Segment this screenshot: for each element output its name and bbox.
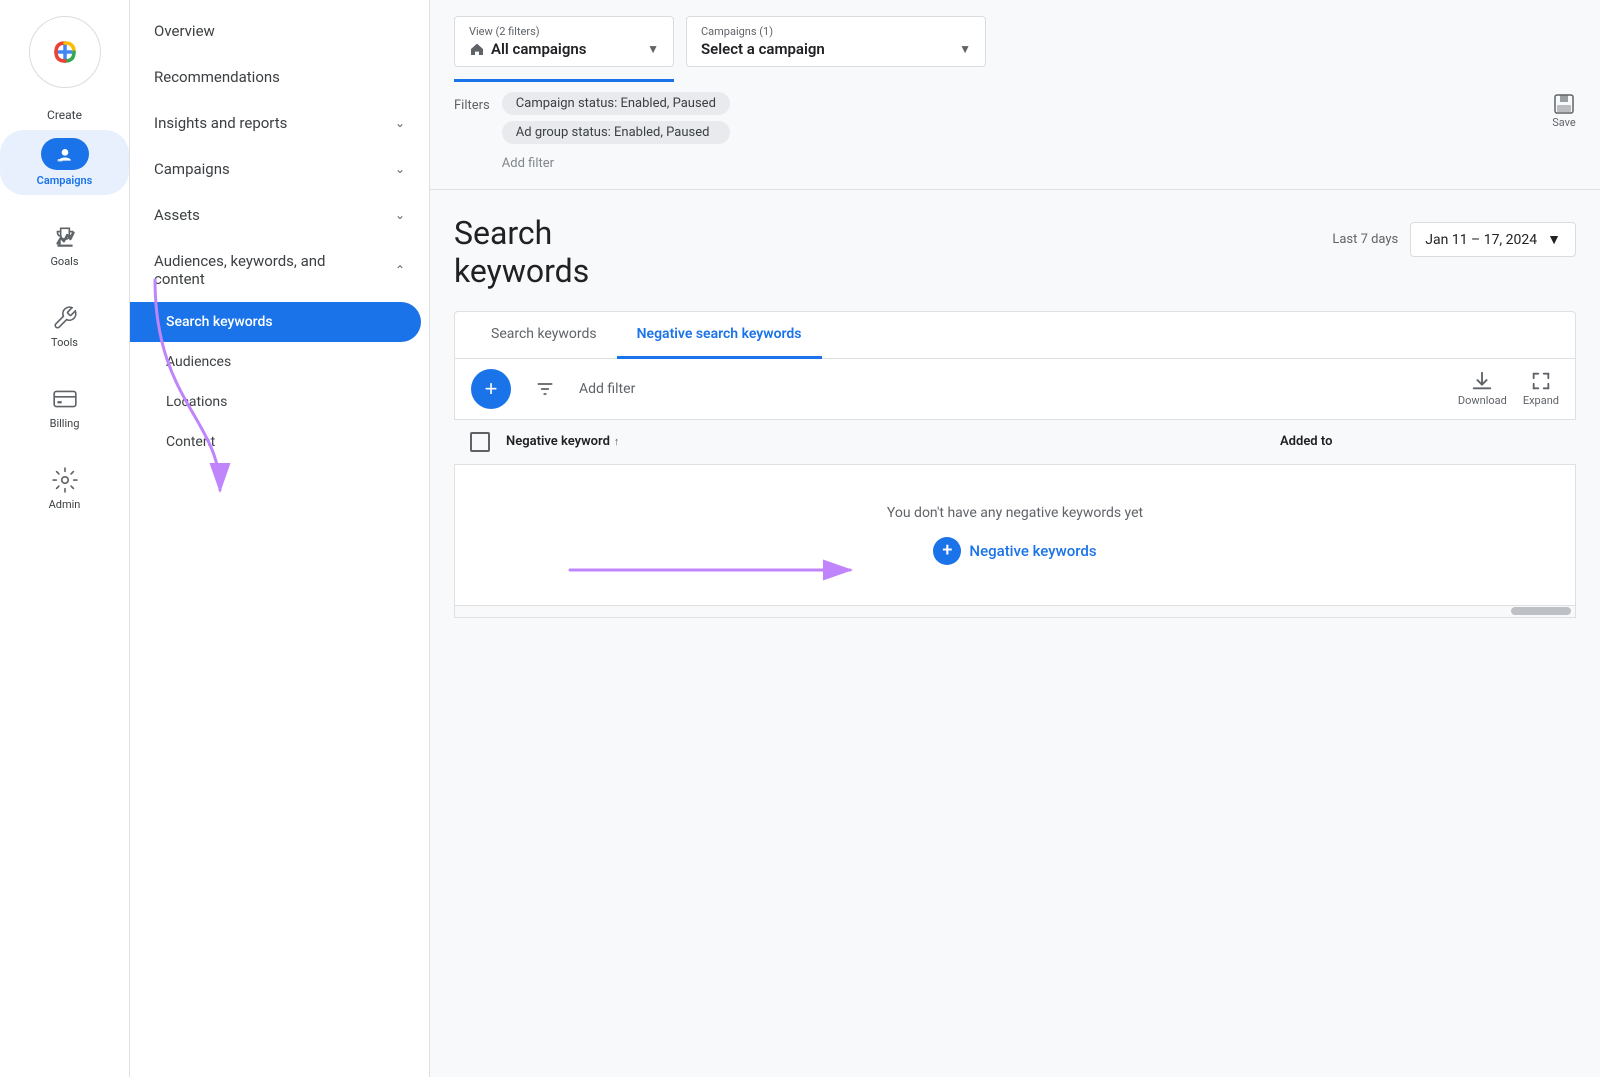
- add-button[interactable]: +: [471, 369, 511, 409]
- download-icon: [1471, 370, 1493, 392]
- sidebar-item-campaigns[interactable]: Campaigns: [0, 130, 129, 195]
- create-label: Create: [47, 108, 82, 122]
- icon-sidebar: Create Campaigns: [0, 0, 130, 1077]
- download-button[interactable]: Download: [1458, 370, 1507, 407]
- expand-label: Expand: [1523, 394, 1559, 407]
- expand-icon: [1530, 370, 1552, 392]
- chevron-down-icon: ⌄: [395, 116, 405, 130]
- view-dropdown-arrow: ▼: [647, 42, 659, 56]
- admin-icon: [51, 466, 79, 494]
- chevron-up-icon: ⌃: [395, 263, 405, 277]
- nav-item-campaigns[interactable]: Campaigns ⌄: [130, 146, 429, 192]
- date-range-value: Jan 11 – 17, 2024: [1425, 232, 1537, 248]
- campaigns-dropdown-arrow: ▼: [959, 42, 971, 56]
- tab-search-keywords[interactable]: Search keywords: [471, 312, 617, 359]
- home-icon: [469, 42, 485, 56]
- view-dropdown-value-row: All campaigns ▼: [469, 40, 659, 58]
- col-header-added-to: Added to: [1280, 434, 1560, 449]
- nav-subitem-locations[interactable]: Locations: [130, 382, 429, 422]
- add-filter-button[interactable]: Add filter: [502, 150, 730, 177]
- sidebar-item-admin[interactable]: Admin: [0, 458, 129, 519]
- google-plus-icon: [47, 34, 83, 70]
- toolbar: + Add filter Download: [454, 359, 1576, 420]
- sidebar-admin-label: Admin: [49, 498, 81, 511]
- download-label: Download: [1458, 394, 1507, 407]
- create-button[interactable]: [29, 16, 101, 88]
- save-label: Save: [1552, 116, 1576, 129]
- tabs-container: Search keywords Negative search keywords: [454, 311, 1576, 359]
- nav-item-insights-reports[interactable]: Insights and reports ⌄: [130, 100, 429, 146]
- nav-item-recommendations[interactable]: Recommendations: [130, 54, 429, 100]
- top-bar: View (2 filters) All campaigns ▼ Campaig…: [430, 0, 1600, 190]
- nav-subitem-audiences[interactable]: Audiences: [130, 342, 429, 382]
- empty-state-text: You don't have any negative keywords yet: [479, 505, 1551, 521]
- nav-item-overview[interactable]: Overview: [130, 8, 429, 54]
- expand-button[interactable]: Expand: [1523, 370, 1559, 407]
- tools-icon: [51, 304, 79, 332]
- view-dropdown-label: View (2 filters): [469, 25, 659, 38]
- sidebar-tools-label: Tools: [51, 336, 78, 349]
- chevron-down-icon: ⌄: [395, 162, 405, 176]
- filter-tag-adgroup-status[interactable]: Ad group status: Enabled, Paused: [502, 121, 730, 144]
- chevron-down-icon: ⌄: [395, 208, 405, 222]
- campaigns-icon: [55, 144, 75, 164]
- campaigns-icon-wrap: [41, 138, 89, 170]
- sidebar-item-goals[interactable]: Goals: [0, 215, 129, 276]
- campaigns-dropdown[interactable]: Campaigns (1) Select a campaign ▼: [686, 16, 986, 67]
- campaigns-dropdown-value: Select a campaign: [701, 40, 825, 58]
- filters-tags: Campaign status: Enabled, Paused Ad grou…: [502, 92, 730, 177]
- main-content: View (2 filters) All campaigns ▼ Campaig…: [430, 0, 1600, 1077]
- nav-item-assets[interactable]: Assets ⌄: [130, 192, 429, 238]
- top-dropdowns: View (2 filters) All campaigns ▼ Campaig…: [454, 16, 1576, 67]
- filters-row: Filters Campaign status: Enabled, Paused…: [454, 92, 1576, 177]
- scrollbar-thumb[interactable]: [1511, 607, 1571, 615]
- page-content: Search keywords Last 7 days Jan 11 – 17,…: [430, 190, 1600, 642]
- nav-sidebar: Overview Recommendations Insights and re…: [130, 0, 430, 1077]
- page-title: Search keywords: [454, 214, 589, 291]
- scrollbar-area: [454, 606, 1576, 618]
- save-icon: [1552, 92, 1576, 116]
- col-header-negative-keyword[interactable]: Negative keyword ↑: [506, 434, 1280, 449]
- add-negative-label: Negative keywords: [969, 542, 1096, 560]
- select-all-checkbox[interactable]: [470, 432, 490, 452]
- goals-icon: [51, 223, 79, 251]
- table-header: Negative keyword ↑ Added to: [454, 420, 1576, 465]
- empty-state: You don't have any negative keywords yet…: [454, 465, 1576, 606]
- nav-subitem-content[interactable]: Content: [130, 422, 429, 462]
- tab-negative-search-keywords[interactable]: Negative search keywords: [617, 312, 822, 359]
- filters-label: Filters: [454, 98, 490, 113]
- sidebar-campaigns-label: Campaigns: [37, 174, 93, 187]
- filter-icon: [535, 379, 555, 399]
- billing-icon: [51, 385, 79, 413]
- nav-subitem-search-keywords[interactable]: Search keywords: [130, 302, 421, 342]
- date-range-arrow-icon: ▼: [1547, 231, 1561, 248]
- last-days-label: Last 7 days: [1332, 232, 1398, 247]
- sidebar-item-tools[interactable]: Tools: [0, 296, 129, 357]
- campaigns-dropdown-label: Campaigns (1): [701, 25, 971, 38]
- date-range-section: Last 7 days Jan 11 – 17, 2024 ▼: [1332, 222, 1576, 257]
- filter-tag-campaign-status[interactable]: Campaign status: Enabled, Paused: [502, 92, 730, 115]
- campaigns-dropdown-value-row: Select a campaign ▼: [701, 40, 971, 58]
- sort-icon: ↑: [614, 435, 620, 448]
- sidebar-goals-label: Goals: [50, 255, 78, 268]
- nav-item-audiences-keywords[interactable]: Audiences, keywords, and content ⌃: [130, 238, 429, 302]
- view-dropdown-value: All campaigns: [469, 40, 586, 58]
- sidebar-item-billing[interactable]: Billing: [0, 377, 129, 438]
- page-header: Search keywords Last 7 days Jan 11 – 17,…: [454, 214, 1576, 291]
- date-range-button[interactable]: Jan 11 – 17, 2024 ▼: [1410, 222, 1576, 257]
- filter-icon-button[interactable]: [527, 371, 563, 407]
- add-filter-text[interactable]: Add filter: [579, 381, 635, 397]
- tabs-row: Search keywords Negative search keywords: [455, 312, 1575, 359]
- add-negative-icon: +: [933, 537, 961, 565]
- save-button[interactable]: Save: [1552, 92, 1576, 129]
- view-dropdown[interactable]: View (2 filters) All campaigns ▼: [454, 16, 674, 67]
- sidebar-billing-label: Billing: [50, 417, 80, 430]
- add-negative-keywords-button[interactable]: + Negative keywords: [933, 537, 1096, 565]
